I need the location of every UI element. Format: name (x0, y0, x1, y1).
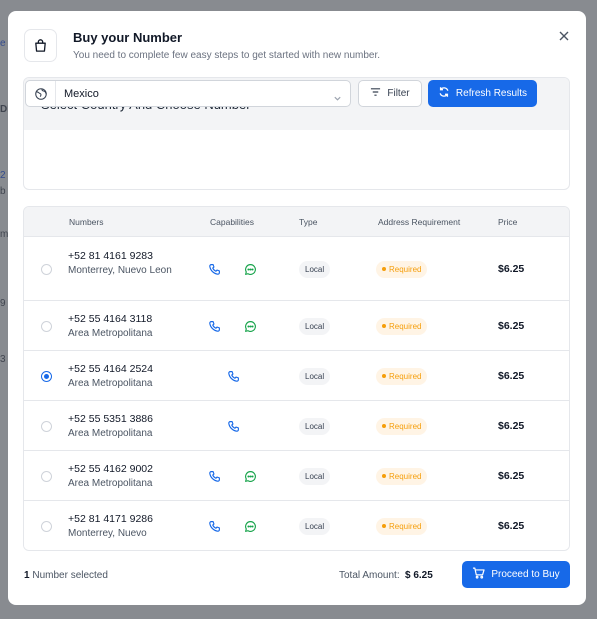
modal-subtitle: You need to complete few easy steps to g… (73, 50, 381, 61)
table-header: Numbers Capabilities Type Address Requir… (24, 207, 569, 237)
table-row[interactable]: +52 81 4171 9286 Monterrey, Nuevo Local Req… (24, 501, 569, 550)
table-row[interactable]: +52 55 4162 9002 Area Metropolitana Local R… (24, 451, 569, 501)
column-header-numbers: Numbers (69, 217, 104, 227)
total-amount-label: Total Amount: (339, 570, 400, 581)
required-badge: Required (376, 468, 428, 485)
numbers-table: Numbers Capabilities Type Address Requir… (23, 206, 570, 551)
price: $6.25 (498, 263, 525, 275)
table-row[interactable]: +52 81 4161 9283 Monterrey, Nuevo Leon Loc… (24, 237, 569, 301)
type-badge: Local (299, 468, 331, 485)
row-radio[interactable] (41, 471, 52, 482)
shopping-bag-icon (24, 29, 57, 62)
selected-label: Number selected (32, 570, 108, 581)
type-badge: Local (299, 518, 331, 535)
type-badge: Local (299, 418, 331, 435)
refresh-icon (438, 86, 450, 101)
phone-number: +52 55 4164 3118 (68, 313, 153, 325)
phone-icon (227, 370, 240, 383)
refresh-label: Refresh Results (455, 88, 528, 99)
number-location: Area Metropolitana (68, 378, 153, 389)
sms-icon (244, 263, 257, 276)
phone-icon (208, 470, 221, 483)
required-badge: Required (376, 368, 428, 385)
column-header-capabilities: Capabilities (210, 217, 254, 227)
type-badge: Local (299, 368, 331, 385)
phone-icon (227, 420, 240, 433)
required-badge: Required (376, 261, 428, 278)
column-header-type: Type (299, 217, 318, 227)
number-location: Monterrey, Nuevo Leon (68, 265, 172, 276)
price: $6.25 (498, 320, 525, 332)
column-header-price: Price (498, 217, 518, 227)
type-badge: Local (299, 318, 331, 335)
modal-header: Buy your Number You need to complete few… (8, 11, 586, 77)
required-badge: Required (376, 418, 428, 435)
price: $6.25 (498, 420, 525, 432)
table-row[interactable]: +52 55 5351 3886 Area Metropolitana Local R… (24, 401, 569, 451)
phone-icon (208, 263, 221, 276)
number-location: Monterrey, Nuevo (68, 528, 147, 539)
filter-icon (370, 87, 381, 100)
selection-summary: 1 Number selected (24, 570, 108, 581)
row-radio[interactable] (41, 371, 52, 382)
filter-button[interactable]: Filter (358, 80, 422, 107)
required-badge: Required (376, 318, 428, 335)
phone-icon (208, 320, 221, 333)
table-row[interactable]: +52 55 4164 3118 Area Metropolitana Local R… (24, 301, 569, 351)
sms-icon (244, 320, 257, 333)
country-select[interactable]: Mexico (25, 80, 351, 107)
row-radio[interactable] (41, 321, 52, 332)
phone-number: +52 81 4161 9283 (68, 250, 153, 262)
proceed-to-buy-button[interactable]: Proceed to Buy (462, 561, 570, 588)
cart-icon (472, 567, 485, 582)
phone-number: +52 81 4171 9286 (68, 513, 153, 525)
number-location: Area Metropolitana (68, 328, 153, 339)
price: $6.25 (498, 520, 525, 532)
number-location: Area Metropolitana (68, 478, 153, 489)
modal-title: Buy your Number (73, 30, 183, 45)
number-location: Area Metropolitana (68, 428, 153, 439)
chevron-down-icon (333, 90, 342, 108)
required-badge: Required (376, 518, 428, 535)
phone-icon (208, 520, 221, 533)
price: $6.25 (498, 470, 525, 482)
price: $6.25 (498, 370, 525, 382)
country-value: Mexico (64, 88, 99, 100)
phone-number: +52 55 4162 9002 (68, 463, 153, 475)
filter-label: Filter (387, 88, 410, 99)
selected-count: 1 (24, 570, 30, 581)
close-icon[interactable] (557, 29, 571, 43)
table-row[interactable]: +52 55 4164 2524 Area Metropolitana Local R… (24, 351, 569, 401)
phone-number: +52 55 5351 3886 (68, 413, 153, 425)
refresh-results-button[interactable]: Refresh Results (428, 80, 537, 107)
row-radio[interactable] (41, 421, 52, 432)
phone-number: +52 55 4164 2524 (68, 363, 153, 375)
type-badge: Local (299, 261, 331, 278)
sms-icon (244, 520, 257, 533)
sms-icon (244, 470, 257, 483)
row-radio[interactable] (41, 521, 52, 532)
buy-number-modal: Buy your Number You need to complete few… (8, 11, 586, 605)
proceed-to-buy-label: Proceed to Buy (491, 569, 560, 580)
column-header-address-requirement: Address Requirement (378, 217, 461, 227)
row-radio[interactable] (41, 264, 52, 275)
globe-icon (26, 81, 56, 106)
total-amount-value: $ 6.25 (405, 570, 433, 581)
